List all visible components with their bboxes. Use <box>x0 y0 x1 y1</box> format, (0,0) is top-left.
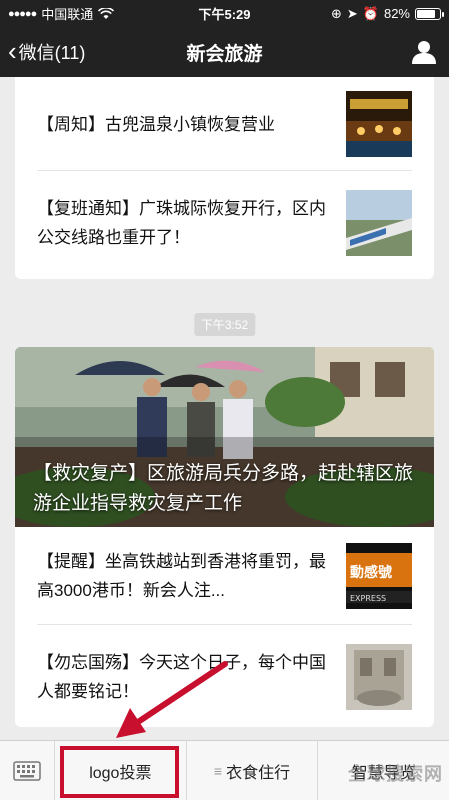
timestamp-badge: 下午3:52 <box>193 313 256 336</box>
nav-bar: ‹ 微信(11) 新会旅游 <box>0 27 449 77</box>
highlight-annotation <box>60 746 179 798</box>
carrier-label: 中国联通 <box>41 7 94 22</box>
submenu-icon: ≡ <box>213 763 223 779</box>
article-title: 【周知】古兜温泉小镇恢复营业 <box>37 114 275 134</box>
divider <box>37 624 412 625</box>
wifi-icon <box>98 7 115 19</box>
article-title: 【提醒】坐高铁越站到香港将重罚，最高3000港币！新会人注... <box>37 552 326 600</box>
article-item[interactable]: 【复班通知】广珠城际恢复开行，区内公交线路也重开了！ <box>15 175 434 271</box>
user-profile-icon[interactable] <box>411 39 437 65</box>
article-thumbnail <box>346 91 412 157</box>
menu-label: 衣食住行 <box>226 765 291 782</box>
hero-caption: 【救灾复产】区旅游局兵分多路，赶赴辖区旅游企业指导救灾复产工作 <box>33 463 414 514</box>
message-area: 【周知】古兜温泉小镇恢复营业 【复班通知】广珠城际恢复开行，区内公交线路也重开了… <box>0 77 449 740</box>
hero-article[interactable]: 【救灾复产】区旅游局兵分多路，赶赴辖区旅游企业指导救灾复产工作 <box>15 347 434 527</box>
divider <box>37 170 412 171</box>
svg-text:動感號: 動感號 <box>350 564 392 581</box>
keyboard-toggle-button[interactable] <box>0 741 55 800</box>
keyboard-icon <box>13 761 41 781</box>
article-item[interactable]: 【周知】古兜温泉小镇恢复营业 <box>15 79 434 169</box>
article-thumbnail <box>346 190 412 256</box>
article-title: 【复班通知】广珠城际恢复开行，区内公交线路也重开了！ <box>37 199 326 247</box>
menu-item-food-lodging[interactable]: ≡ 衣食住行 <box>187 741 319 800</box>
signal-icon: ●●●●● <box>8 7 37 20</box>
watermark: 全球搜索网 <box>348 764 443 784</box>
article-card: 【周知】古兜温泉小镇恢复营业 【复班通知】广珠城际恢复开行，区内公交线路也重开了… <box>15 77 434 279</box>
battery-percent: 82% <box>383 6 410 21</box>
article-item[interactable]: 【提醒】坐高铁越站到香港将重罚，最高3000港币！新会人注... 動感號 EXPR… <box>15 533 434 619</box>
alarm-icon: ⏰ <box>362 5 379 21</box>
battery-icon <box>415 7 444 20</box>
article-thumbnail: 動感號 EXPRESS <box>346 543 412 609</box>
page-title: 新会旅游 <box>186 43 263 65</box>
arrow-annotation <box>116 661 228 738</box>
back-button[interactable]: ‹ 微信(11) <box>8 35 86 66</box>
article-thumbnail <box>346 644 412 710</box>
back-label: 微信(11) <box>18 43 86 63</box>
rotation-lock-icon: ⊕ <box>330 5 342 21</box>
chevron-left-icon: ‹ <box>8 35 17 66</box>
svg-text:EXPRESS: EXPRESS <box>350 594 386 603</box>
status-bar: ●●●●● 中国联通 下午5:29 ⊕ ➤ ⏰ 82% <box>0 0 449 27</box>
location-icon: ➤ <box>346 5 358 21</box>
status-time: 下午5:29 <box>198 7 251 22</box>
